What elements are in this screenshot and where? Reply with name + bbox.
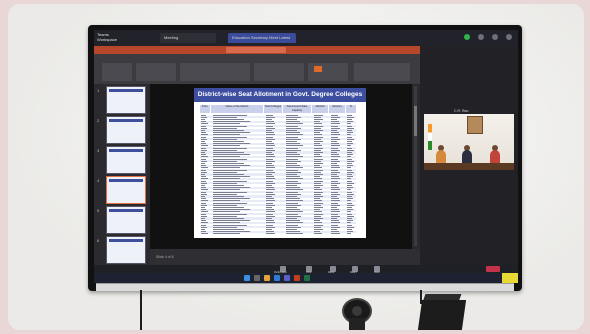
slide-thumbnail[interactable] bbox=[106, 236, 146, 264]
column-header: Allotted bbox=[312, 105, 328, 113]
edge-icon[interactable] bbox=[274, 275, 280, 281]
slide-thumbnail[interactable] bbox=[106, 86, 146, 114]
teams-tab-meeting[interactable]: Meeting bbox=[160, 33, 216, 43]
table-cell-text bbox=[331, 233, 341, 235]
cable-left bbox=[140, 290, 142, 330]
slide-thumbnail[interactable] bbox=[106, 116, 146, 144]
ppt-ribbon bbox=[94, 54, 420, 84]
ribbon-designer-icon[interactable] bbox=[314, 66, 322, 72]
slide-thumbnail-selected[interactable] bbox=[106, 176, 146, 204]
teams-icon[interactable] bbox=[284, 275, 290, 281]
column-header: Vacancy bbox=[329, 105, 345, 113]
status-text: Slide 4 of 6 bbox=[156, 255, 174, 259]
table-cell-text bbox=[201, 233, 208, 235]
table-cell-text bbox=[213, 233, 241, 235]
explorer-icon[interactable] bbox=[264, 275, 270, 281]
shared-powerpoint-window: 1 2 3 4 5 6 District-wise Seat Allotment… bbox=[94, 46, 420, 265]
column-header: Name of the District bbox=[211, 105, 263, 113]
column-header: S.No. bbox=[200, 105, 210, 113]
vertical-scrollbar[interactable] bbox=[414, 86, 417, 246]
table-row bbox=[200, 233, 356, 235]
ribbon-group-editing[interactable] bbox=[354, 63, 410, 81]
flag-icon bbox=[428, 124, 432, 150]
search-icon[interactable] bbox=[254, 275, 260, 281]
video-panel: C.R. Rao bbox=[420, 46, 518, 265]
scrollbar-thumb[interactable] bbox=[414, 106, 417, 136]
meeting-controls: Participants Chat Raise React View bbox=[94, 265, 518, 274]
seat-allotment-table: S.No. Name of the District Total College… bbox=[200, 105, 356, 235]
table-cell-text bbox=[314, 233, 322, 235]
thumbnail-number: 4 bbox=[97, 178, 100, 183]
webcam-lens bbox=[352, 306, 362, 316]
speaker bbox=[417, 300, 467, 330]
participant bbox=[490, 150, 500, 164]
desk bbox=[424, 163, 514, 170]
ppt-status-bar: Slide 4 of 6 bbox=[150, 249, 420, 265]
wall-portrait bbox=[467, 116, 483, 134]
video-participant-label: C.R. Rao bbox=[454, 109, 469, 113]
teams-title-bar: Teams Workspace Meeting Education Secret… bbox=[94, 30, 518, 46]
table-cell-text bbox=[266, 233, 276, 235]
close-icon[interactable] bbox=[506, 34, 512, 40]
teams-logo-line2: Workspace bbox=[97, 37, 117, 42]
windows-taskbar bbox=[94, 273, 518, 283]
slide-title: District-wise Seat Allotment in Govt. De… bbox=[194, 88, 366, 102]
thumbnail-number: 1 bbox=[97, 88, 100, 93]
thumbnail-number: 2 bbox=[97, 118, 100, 123]
ppt-search-box[interactable] bbox=[226, 47, 286, 53]
ribbon-group-clipboard[interactable] bbox=[102, 63, 132, 81]
tv-bottom-bezel bbox=[96, 283, 514, 291]
participant bbox=[436, 150, 446, 164]
column-header: Total Colleges bbox=[264, 105, 282, 113]
table-cell-text bbox=[286, 233, 303, 235]
start-icon[interactable] bbox=[244, 275, 250, 281]
leave-button[interactable] bbox=[486, 266, 500, 272]
settings-icon[interactable] bbox=[478, 34, 484, 40]
minimize-icon[interactable] bbox=[492, 34, 498, 40]
powerpoint-icon[interactable] bbox=[294, 275, 300, 281]
slide-thumbnail[interactable] bbox=[106, 146, 146, 174]
ribbon-group-paragraph[interactable] bbox=[254, 63, 304, 81]
ribbon-group-slides[interactable] bbox=[136, 63, 176, 81]
teams-top-icons bbox=[464, 34, 512, 40]
status-icon bbox=[464, 34, 470, 40]
column-header: Sanctioned Intake Capacity bbox=[283, 105, 311, 113]
table-cell-text bbox=[347, 233, 352, 235]
column-header: % bbox=[346, 105, 356, 113]
slide-thumbnail-pane: 1 2 3 4 5 6 bbox=[94, 84, 150, 265]
thumbnail-number: 5 bbox=[97, 208, 100, 213]
teams-logo: Teams Workspace bbox=[97, 32, 117, 42]
excel-icon[interactable] bbox=[304, 275, 310, 281]
notification-area[interactable] bbox=[502, 273, 518, 283]
thumbnail-number: 6 bbox=[97, 238, 100, 243]
thumbnail-number: 3 bbox=[97, 148, 100, 153]
current-slide[interactable]: District-wise Seat Allotment in Govt. De… bbox=[194, 88, 366, 238]
slide-canvas: District-wise Seat Allotment in Govt. De… bbox=[150, 84, 412, 249]
ribbon-group-font[interactable] bbox=[180, 63, 250, 81]
tv-screen: Teams Workspace Meeting Education Secret… bbox=[94, 30, 518, 283]
teams-tab-active[interactable]: Education Secretary Meet Latest bbox=[228, 33, 296, 43]
participant-video-tile[interactable] bbox=[424, 114, 514, 170]
participant bbox=[462, 150, 472, 164]
webcam-stand bbox=[349, 318, 365, 330]
slide-thumbnail[interactable] bbox=[106, 206, 146, 234]
